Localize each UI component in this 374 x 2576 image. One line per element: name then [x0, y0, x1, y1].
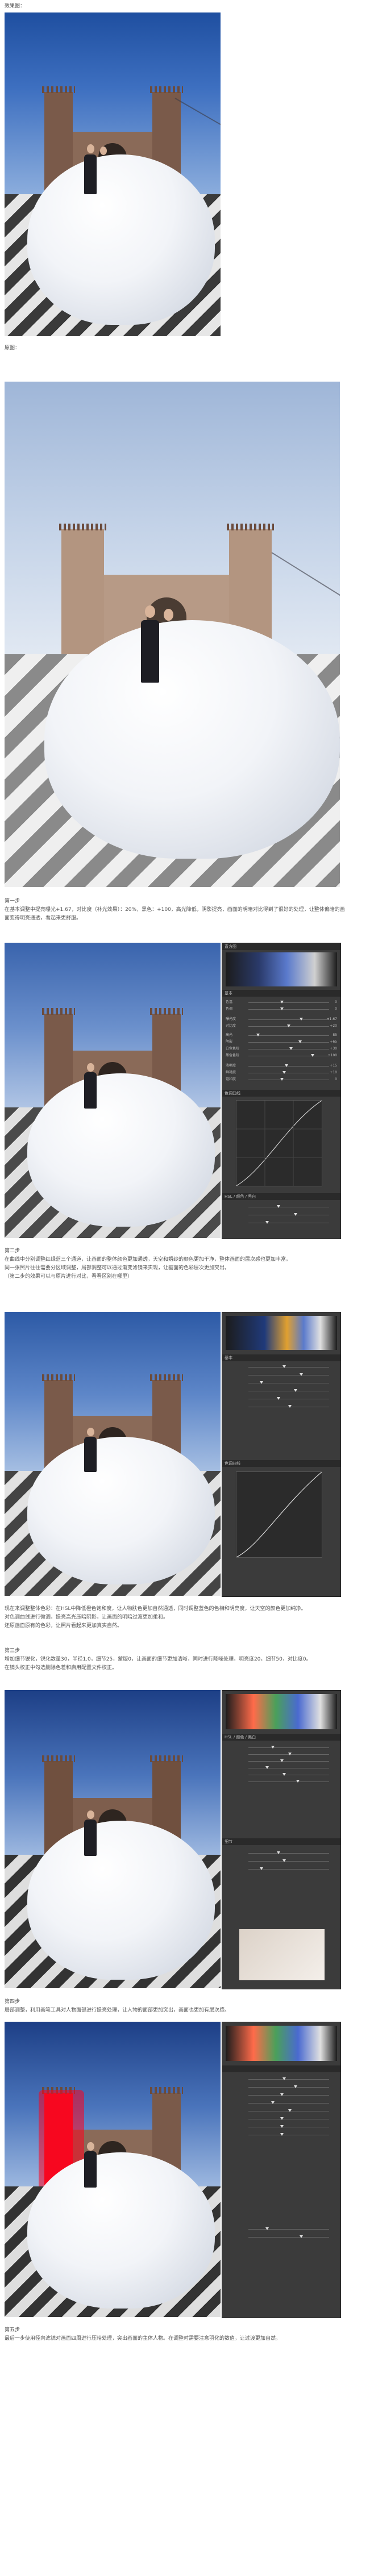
step2-desc-5: 对色调曲线进行微调，提亮高光压暗阴影，让画面的明暗过渡更加柔和。: [5, 1615, 169, 1620]
slider-s3-6[interactable]: [226, 1779, 337, 1784]
slider-s4-8[interactable]: [226, 2132, 337, 2137]
step3-photo: [5, 1690, 221, 1988]
tone-curve[interactable]: [236, 1100, 322, 1186]
slider-s3-1[interactable]: [226, 1745, 337, 1750]
slider-contrast[interactable]: 对比度 +20: [226, 1024, 337, 1028]
histogram: [226, 952, 337, 986]
step3-title: 第三步: [5, 1648, 20, 1654]
histogram-4: [226, 2026, 337, 2061]
histogram-2: [226, 1316, 337, 1350]
slider-s3-7[interactable]: [226, 1851, 337, 1855]
step3-text: 第三步 增加细节锐化，锐化数量30，半径1.0，细节25，蒙版0，让画面的细节更…: [5, 1647, 346, 1672]
slider-s4-10[interactable]: [226, 2235, 337, 2239]
slider-blacks[interactable]: 黑色色阶 +100: [226, 1053, 337, 1058]
section-brush-4[interactable]: [222, 2065, 340, 2072]
slider-tint[interactable]: 色调 0: [226, 1007, 337, 1011]
step2-title: 第二步: [5, 1248, 20, 1254]
slider-s4-7[interactable]: [226, 2125, 337, 2129]
section-curve-2[interactable]: 色调曲线: [222, 1460, 340, 1467]
section-hsl[interactable]: HSL / 颜色 / 黑白: [222, 1193, 340, 1200]
step2-desc-2: 同一张照片往往需要分区域调整，局部调整可以通过渐变滤镜来实现，让画面的色彩层次更…: [5, 1265, 230, 1271]
step4-desc: 局部调整，利用画笔工具对人物面部进行提亮处理，让人物的面部更加突出，画面也更加有…: [5, 2008, 230, 2013]
step2-photo: [5, 1312, 221, 1596]
slider-s2-2[interactable]: [226, 1373, 337, 1377]
slider-s2-3[interactable]: [226, 1381, 337, 1385]
step4-text: 第四步 局部调整，利用画笔工具对人物面部进行提亮处理，让人物的面部更加突出，画面…: [5, 1998, 346, 2015]
before-caption: 原图：: [5, 345, 20, 351]
step2-desc-1: 在曲线中分别调整红绿蓝三个通道，让画面的整体颜色更加通透，天空和婚纱的颜色更加干…: [5, 1257, 292, 1262]
detail-preview: [239, 1929, 325, 1980]
slider-s4-5[interactable]: [226, 2109, 337, 2113]
slider-s2-1[interactable]: [226, 1365, 337, 1369]
step4-title: 第四步: [5, 1999, 20, 2005]
curve-graph-2: [236, 1471, 322, 1558]
section-basic[interactable]: 基本: [222, 990, 340, 997]
step3-desc-1: 增加细节锐化，锐化数量30，半径1.0，细节25，蒙版0，让画面的细节更加清晰，…: [5, 1657, 311, 1662]
slider-shadows[interactable]: 阴影 +65: [226, 1040, 337, 1044]
slider-extra-3[interactable]: [226, 1220, 337, 1225]
step2-panel: 基本 色调曲线: [222, 1312, 341, 1597]
step5-title: 第五步: [5, 2327, 20, 2333]
slider-saturation[interactable]: 饱和度 0: [226, 1077, 337, 1082]
step5-text: 第五步 最后一步使用径向滤镜对画面四周进行压暗处理，突出画面的主体人物。在调整时…: [5, 2326, 346, 2343]
step2-desc-3: （第二步的效果可以与原片进行对比，看看区别在哪里）: [5, 1274, 133, 1279]
slider-s4-4[interactable]: [226, 2101, 337, 2105]
slider-highlights[interactable]: 高光 -85: [226, 1033, 337, 1038]
slider-s2-5[interactable]: [226, 1396, 337, 1401]
slider-s4-6[interactable]: [226, 2117, 337, 2121]
step1-desc: 在基本调整中提亮曝光+1.67，对比度（补光效果）：20%，黑色：+100，高光…: [5, 907, 345, 921]
slider-clarity[interactable]: 清晰度 +15: [226, 1064, 337, 1068]
slider-whites[interactable]: 白色色阶 +30: [226, 1047, 337, 1051]
step3-panel: HSL / 颜色 / 黑白 细节: [222, 1690, 341, 1989]
slider-s3-5[interactable]: [226, 1772, 337, 1777]
slider-s4-3[interactable]: [226, 2093, 337, 2097]
slider-s3-3[interactable]: [226, 1759, 337, 1763]
section-basic-2[interactable]: 基本: [222, 1354, 340, 1361]
step2-text: 第二步 在曲线中分别调整红绿蓝三个通道，让画面的整体颜色更加通透，天空和婚纱的颜…: [5, 1247, 346, 1281]
slider-temp[interactable]: 色温 0: [226, 1000, 337, 1005]
step3-desc-2: 在镜头校正中勾选删除色差和启用配置文件校正。: [5, 1665, 118, 1671]
slider-s3-8[interactable]: [226, 1859, 337, 1863]
step1-title: 第一步: [5, 898, 20, 904]
after-caption: 效果图：: [5, 3, 26, 9]
step2-text-b: 现在来调整整体色彩：在HSL中降低橙色饱和度，让人物肤色更加自然通透，同时调整蓝…: [5, 1605, 346, 1630]
slider-s3-4[interactable]: [226, 1766, 337, 1770]
section-curve[interactable]: 色调曲线: [222, 1090, 340, 1097]
step2-desc-4: 现在来调整整体色彩：在HSL中降低橙色饱和度，让人物肤色更加自然通透，同时调整蓝…: [5, 1606, 306, 1612]
step1-text: 第一步 在基本调整中提亮曝光+1.67，对比度（补光效果）：20%，黑色：+10…: [5, 897, 346, 923]
panel-header: 直方图: [222, 943, 340, 950]
step1-photo: [5, 943, 221, 1238]
section-hsl-3[interactable]: HSL / 颜色 / 黑白: [222, 1734, 340, 1741]
slider-extra-2[interactable]: [226, 1212, 337, 1217]
slider-s4-2[interactable]: [226, 2085, 337, 2089]
section-detail-3[interactable]: 细节: [222, 1838, 340, 1845]
step4-photo: [5, 2022, 221, 2317]
before-photo: [5, 382, 340, 887]
slider-extra-1[interactable]: [226, 1205, 337, 1209]
slider-exposure[interactable]: 曝光度 +1.67: [226, 1017, 337, 1022]
slider-s2-6[interactable]: [226, 1404, 337, 1409]
tone-curve-2[interactable]: [236, 1471, 322, 1558]
step4-panel: [222, 2022, 341, 2318]
slider-s3-9[interactable]: [226, 1867, 337, 1871]
step5-desc: 最后一步使用径向滤镜对画面四周进行压暗处理，突出画面的主体人物。在调整时需要注意…: [5, 2336, 281, 2341]
slider-s2-4[interactable]: [226, 1389, 337, 1393]
slider-s4-9[interactable]: [226, 2227, 337, 2231]
curve-graph: [236, 1100, 322, 1186]
step1-panel: 直方图 基本 色温 0 色调 0 曝光度 +1.67 对比度 +20 高光 -85 阴影 +…: [222, 943, 341, 1239]
step2-desc-6: 还原画面原有的色彩，让照片看起来更加真实自然。: [5, 1623, 123, 1629]
slider-s3-2[interactable]: [226, 1752, 337, 1757]
after-photo: [5, 12, 221, 336]
slider-s4-1[interactable]: [226, 2077, 337, 2081]
slider-vibrance[interactable]: 鲜艳度 +10: [226, 1070, 337, 1075]
histogram-3: [226, 1694, 337, 1729]
